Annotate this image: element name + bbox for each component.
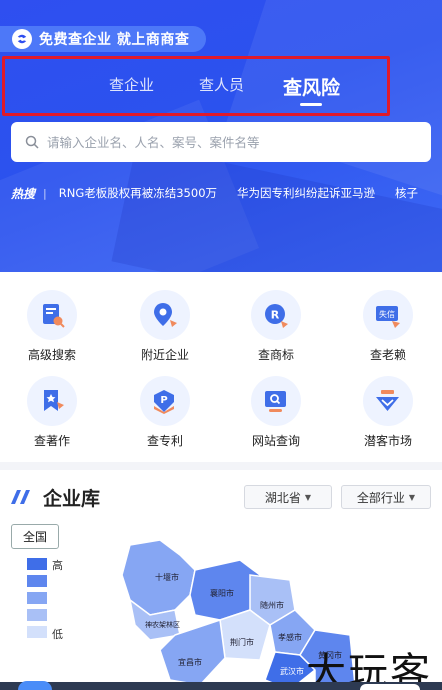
advanced-search-icon [27, 290, 77, 340]
scope-national-button[interactable]: 全国 [11, 524, 59, 549]
hot-search-label: 热搜 [11, 186, 36, 201]
hero-banner: 免费查企业 就上商商查 查企业 查人员 查风险 热搜 | RNG老板股权再被冻结… [0, 0, 442, 272]
brand-logo-icon [12, 29, 32, 49]
hot-search-item[interactable]: 华为因专利纠纷起诉亚马逊 [237, 185, 375, 201]
hot-search-item[interactable]: RNG老板股权再被冻结3500万 [59, 185, 217, 201]
chevron-down-icon: ▼ [408, 492, 416, 502]
section-mark-icon [11, 490, 30, 504]
dishonest-debtor-icon: 失信 [363, 290, 413, 340]
map-city-label: 十堰市 [155, 572, 179, 582]
province-value: 湖北省 [264, 490, 301, 505]
chevron-down-icon: ▼ [304, 492, 312, 502]
fn-prospect[interactable]: 潜客市场 [333, 376, 442, 449]
map-city-label: 随州市 [260, 600, 284, 610]
province-dropdown[interactable]: 湖北省 ▼ [244, 485, 332, 509]
fn-label: 查商标 [257, 348, 294, 362]
map-city-label: 神农架林区 [145, 620, 180, 629]
fn-advanced-search[interactable]: 高级搜索 [0, 290, 107, 363]
bottom-action-button[interactable] [360, 684, 420, 690]
fn-dishonest[interactable]: 失信 查老赖 [333, 290, 442, 363]
brand-text: 免费查企业 就上商商查 [39, 32, 190, 48]
fn-trademark[interactable]: R 查商标 [221, 290, 331, 363]
hot-search-row: 热搜 | RNG老板股权再被冻结3500万 华为因专利纠纷起诉亚马逊 核子 [11, 184, 442, 202]
industry-value: 全部行业 [356, 490, 405, 505]
fn-copyright[interactable]: 查著作 [0, 376, 107, 449]
fn-website[interactable]: 网站查询 [221, 376, 331, 449]
fn-label: 查专利 [146, 434, 183, 448]
legend-swatch [27, 592, 47, 604]
legend-low-label: 低 [52, 628, 63, 641]
map-city-label: 荆门市 [230, 637, 254, 647]
brand-slogan[interactable]: 免费查企业 就上商商查 [0, 26, 206, 52]
copyright-icon [27, 376, 77, 426]
legend-high-label: 高 [52, 559, 63, 572]
highlight-annotation-box [2, 56, 390, 116]
fn-label: 查著作 [33, 434, 70, 448]
map-city-label: 宜昌市 [178, 657, 202, 667]
library-title: 企业库 [43, 488, 101, 510]
search-icon [25, 135, 39, 149]
svg-text:P: P [160, 395, 167, 406]
fn-label: 高级搜索 [27, 348, 76, 362]
hot-divider: | [43, 186, 47, 200]
patent-icon: P [140, 376, 190, 426]
website-search-icon [251, 376, 301, 426]
map-city-label: 孝感市 [278, 632, 302, 642]
fn-label: 查老赖 [369, 348, 406, 362]
map-city-label: 武汉市 [280, 666, 304, 676]
search-bar[interactable] [11, 122, 431, 162]
fn-label: 网站查询 [251, 434, 300, 448]
legend-swatch [27, 558, 47, 570]
legend-swatch [27, 626, 47, 638]
svg-text:R: R [271, 309, 280, 322]
industry-dropdown[interactable]: 全部行业 ▼ [341, 485, 431, 509]
fn-label: 潜客市场 [363, 434, 412, 448]
prospect-market-icon [363, 376, 413, 426]
hot-search-item[interactable]: 核子 [395, 185, 418, 201]
fn-label: 附近企业 [140, 348, 189, 362]
fn-nearby[interactable]: 附近企业 [110, 290, 220, 363]
nearby-location-icon [140, 290, 190, 340]
function-grid: 高级搜索 附近企业 R 查商标 失信 查老赖 查著作 P 查专利 网站查询 潜客… [0, 272, 442, 462]
legend-swatch [27, 609, 47, 621]
bottom-app-icon [18, 681, 52, 690]
search-input[interactable] [47, 134, 407, 150]
legend-swatch [27, 575, 47, 587]
fn-patent[interactable]: P 查专利 [110, 376, 220, 449]
trademark-icon: R [251, 290, 301, 340]
map-city-label: 襄阳市 [210, 588, 234, 598]
dishonest-badge-text: 失信 [379, 309, 395, 319]
